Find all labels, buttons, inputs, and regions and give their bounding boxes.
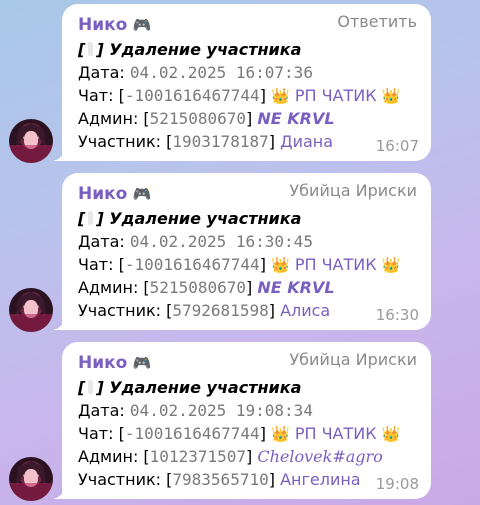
crown-icon: 👑 xyxy=(271,425,290,443)
message-bubble[interactable]: Нико 🎮 Убийца Ириски [] Удаление участни… xyxy=(53,342,431,499)
date-label: Дата: xyxy=(78,401,125,420)
reply-button[interactable]: Ответить xyxy=(337,12,417,31)
member-row: Участник: [7983565710] Ангелина xyxy=(78,470,361,489)
message-bubble[interactable]: Нико 🎮 Убийца Ириски [] Удаление участни… xyxy=(53,173,431,330)
chat-row: Чат: [-1001616467744] 👑 РП ЧАТИК 👑 xyxy=(78,424,401,443)
message-time: 16:07 xyxy=(375,137,419,155)
chat-label: Чат: xyxy=(78,424,114,443)
member-id: 1903178187 xyxy=(172,132,269,151)
sender-name[interactable]: Нико xyxy=(78,184,127,204)
member-name-link[interactable]: Алиса xyxy=(280,301,330,320)
chat-label: Чат: xyxy=(78,255,114,274)
chat-name-link[interactable]: РП ЧАТИК xyxy=(295,86,377,105)
chat-id: -1001616467744 xyxy=(124,86,260,105)
date-label: Дата: xyxy=(78,63,125,82)
admin-id: 5215080670 xyxy=(149,278,246,297)
member-id: 5792681598 xyxy=(172,301,269,320)
chat-label: Чат: xyxy=(78,86,114,105)
crown-icon: 👑 xyxy=(381,256,401,274)
admin-row: Админ: [1012371507] Chelovek#agro xyxy=(78,447,383,466)
chat-id: -1001616467744 xyxy=(124,424,260,443)
game-controller-icon: 🎮 xyxy=(132,185,152,203)
crown-icon: 👑 xyxy=(381,87,401,105)
sender-avatar[interactable] xyxy=(9,288,53,332)
admin-name-link[interactable]: Chelovek#agro xyxy=(257,447,382,466)
crown-icon: 👑 xyxy=(271,87,290,105)
sender-name-row: Нико 🎮 xyxy=(78,353,151,373)
date-row: Дата: 04.02.2025 19:08:34 xyxy=(78,401,313,420)
date-row: Дата: 04.02.2025 16:07:36 xyxy=(78,63,313,82)
admin-row: Админ: [5215080670] NE KRVL xyxy=(78,278,335,297)
chat-id: -1001616467744 xyxy=(124,255,260,274)
date-row: Дата: 04.02.2025 16:30:45 xyxy=(78,232,313,251)
exclamation-icon xyxy=(88,211,94,225)
admin-name-link[interactable]: NE KRVL xyxy=(257,278,334,297)
crown-icon: 👑 xyxy=(381,425,401,443)
member-label: Участник: xyxy=(78,301,162,320)
member-label: Участник: xyxy=(78,132,162,151)
game-controller-icon: 🎮 xyxy=(132,354,152,372)
sender-name-row: Нико 🎮 xyxy=(78,184,151,204)
admin-row: Админ: [5215080670] NE KRVL xyxy=(78,109,335,128)
admin-name-link[interactable]: NE KRVL xyxy=(257,109,334,128)
sender-avatar[interactable] xyxy=(9,119,53,163)
sender-name[interactable]: Нико xyxy=(78,353,127,373)
admin-label: Админ: xyxy=(78,109,139,128)
reply-to-name[interactable]: Убийца Ириски xyxy=(289,181,417,200)
admin-id: 1012371507 xyxy=(149,447,246,466)
exclamation-icon xyxy=(88,42,94,56)
chat-row: Чат: [-1001616467744] 👑 РП ЧАТИК 👑 xyxy=(78,255,401,274)
message-title: [] Удаление участника xyxy=(78,378,302,397)
member-id: 7983565710 xyxy=(172,470,269,489)
crown-icon: 👑 xyxy=(271,256,290,274)
admin-label: Админ: xyxy=(78,447,139,466)
admin-id: 5215080670 xyxy=(149,109,246,128)
chat-name-link[interactable]: РП ЧАТИК xyxy=(295,255,377,274)
sender-name[interactable]: Нико xyxy=(78,15,127,35)
member-row: Участник: [1903178187] Диана xyxy=(78,132,334,151)
game-controller-icon: 🎮 xyxy=(132,16,152,34)
date-value: 04.02.2025 16:07:36 xyxy=(129,63,313,82)
chat-row: Чат: [-1001616467744] 👑 РП ЧАТИК 👑 xyxy=(78,86,401,105)
sender-name-row: Нико 🎮 xyxy=(78,15,151,35)
sender-avatar[interactable] xyxy=(9,457,53,501)
chat-name-link[interactable]: РП ЧАТИК xyxy=(295,424,377,443)
date-label: Дата: xyxy=(78,232,125,251)
exclamation-icon xyxy=(88,380,94,394)
chat-message-list: Нико 🎮 Ответить [] Удаление участника Да… xyxy=(0,0,480,505)
date-value: 04.02.2025 16:30:45 xyxy=(129,232,313,251)
member-row: Участник: [5792681598] Алиса xyxy=(78,301,331,320)
message-title: [] Удаление участника xyxy=(78,209,302,228)
date-value: 04.02.2025 19:08:34 xyxy=(129,401,313,420)
message-time: 19:08 xyxy=(375,475,419,493)
member-name-link[interactable]: Ангелина xyxy=(280,470,361,489)
message-title: [] Удаление участника xyxy=(78,40,302,59)
member-label: Участник: xyxy=(78,470,162,489)
message-time: 16:30 xyxy=(375,306,419,324)
admin-label: Админ: xyxy=(78,278,139,297)
message-bubble[interactable]: Нико 🎮 Ответить [] Удаление участника Да… xyxy=(53,4,431,161)
member-name-link[interactable]: Диана xyxy=(280,132,333,151)
reply-to-name[interactable]: Убийца Ириски xyxy=(289,350,417,369)
